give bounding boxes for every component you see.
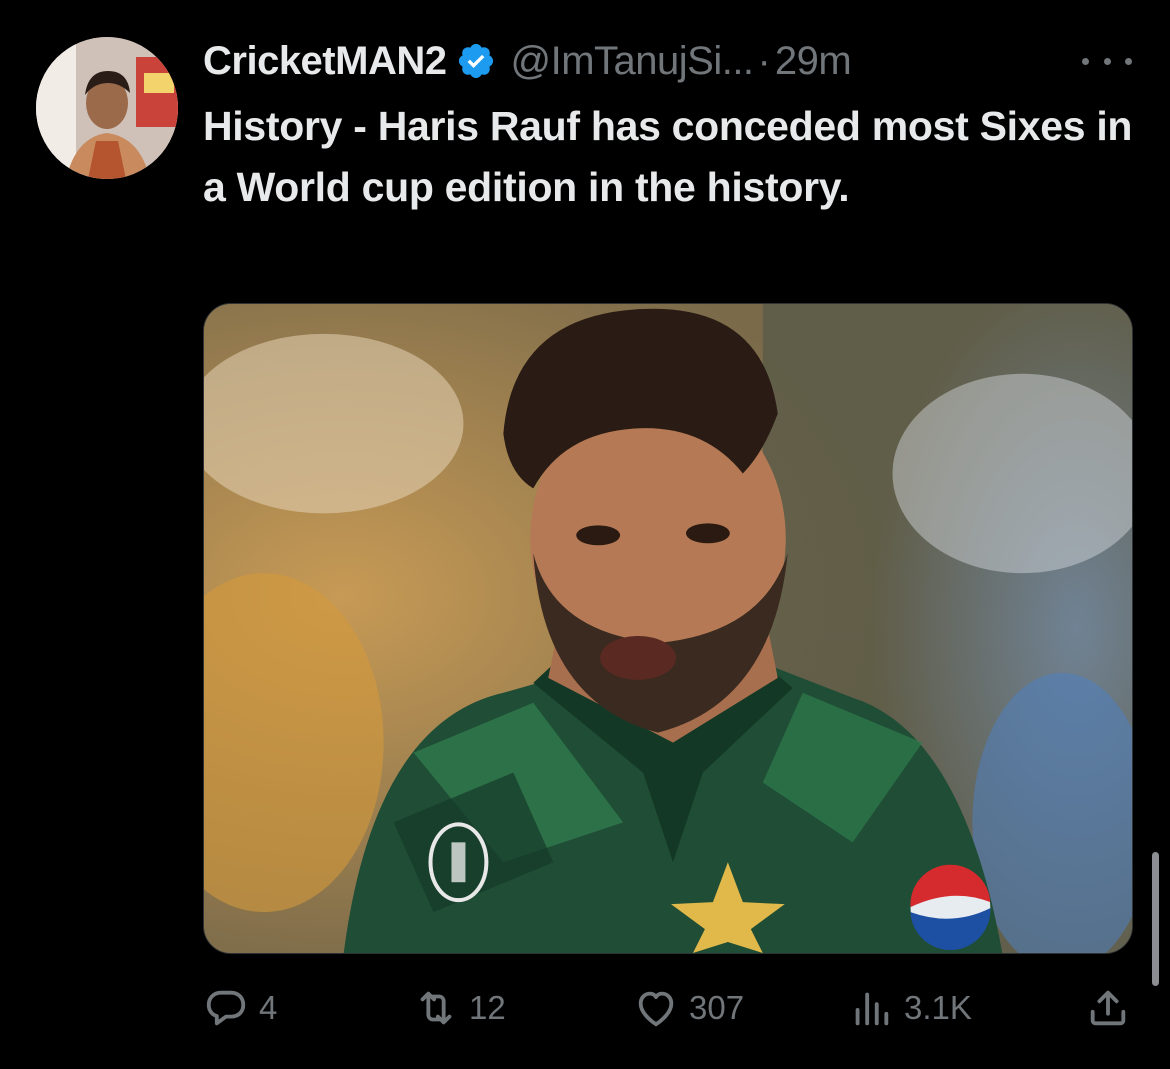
separator-dot: · — [757, 38, 771, 83]
view-count: 3.1K — [904, 989, 972, 1026]
retweet-icon — [420, 991, 452, 1025]
share-button[interactable] — [1085, 980, 1131, 1036]
reply-button[interactable]: 4 — [203, 980, 277, 1036]
tweet-media-image[interactable] — [203, 303, 1133, 954]
like-button[interactable]: 307 — [633, 980, 744, 1036]
tweet-actions: 4 12 307 3.1K — [203, 980, 1133, 1036]
retweet-button[interactable]: 12 — [413, 980, 506, 1036]
player-photo — [204, 304, 1132, 953]
verified-badge-icon — [459, 43, 494, 79]
profile-avatar[interactable] — [36, 37, 178, 179]
user-handle[interactable]: @ImTanujSi... — [510, 39, 754, 84]
heart-icon — [638, 991, 674, 1027]
tweet-header: CricketMAN2 @ImTanujSi... · 29m — [203, 34, 852, 88]
views-chart-icon — [855, 992, 889, 1026]
scrollbar[interactable] — [1152, 852, 1159, 986]
timestamp[interactable]: 29m — [775, 39, 852, 84]
avatar-image — [36, 37, 178, 179]
dot — [1125, 57, 1132, 65]
dot — [1103, 57, 1111, 65]
like-count: 307 — [689, 989, 745, 1026]
display-name[interactable]: CricketMAN2 — [203, 39, 447, 84]
reply-icon — [206, 990, 246, 1026]
share-icon — [1090, 990, 1126, 1026]
tweet-text: History - Haris Rauf has conceded most S… — [203, 103, 1133, 210]
retweet-count: 12 — [469, 989, 506, 1026]
more-dots-icon[interactable] — [1082, 46, 1132, 76]
dot — [1082, 57, 1089, 65]
reply-count: 4 — [259, 989, 278, 1026]
views-button[interactable]: 3.1K — [848, 980, 972, 1036]
